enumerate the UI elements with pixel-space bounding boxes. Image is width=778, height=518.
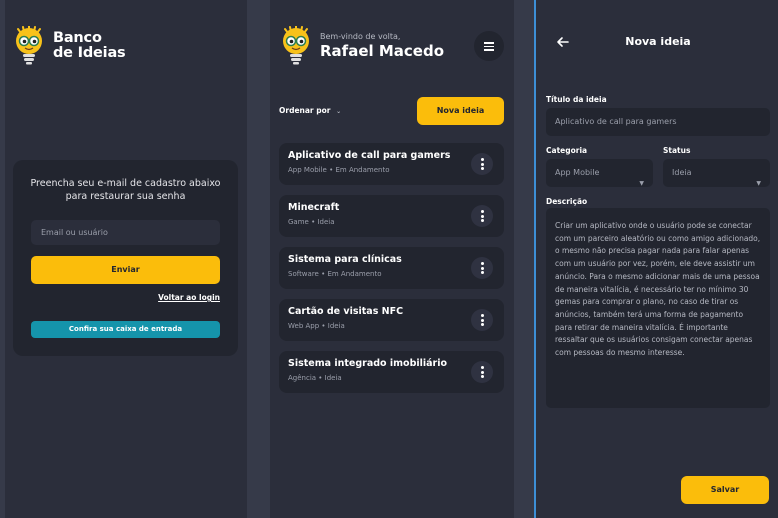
idea-category: Game — [288, 218, 309, 226]
menu-button[interactable] — [474, 31, 504, 61]
menu-icon-bar — [484, 49, 494, 51]
send-button[interactable]: Enviar — [31, 256, 220, 284]
email-input[interactable]: Email ou usuário — [31, 220, 220, 245]
more-options-icon[interactable] — [471, 361, 493, 383]
lightbulb-mascot-icon — [12, 25, 46, 70]
idea-category: Agência — [288, 374, 317, 382]
more-options-icon[interactable] — [471, 205, 493, 227]
brand-line-1: Banco — [53, 30, 102, 46]
user-name: Rafael Macedo — [320, 42, 445, 60]
idea-card[interactable]: Sistema para clínicas Software • Em Anda… — [279, 247, 504, 289]
chevron-down-icon: ▼ — [639, 180, 644, 187]
idea-meta: Web App • Ideia — [288, 322, 345, 330]
idea-card[interactable]: Cartão de visitas NFC Web App • Ideia — [279, 299, 504, 341]
new-idea-screen: Nova ideia Título da ideia Aplicativo de… — [534, 0, 778, 518]
idea-title: Sistema para clínicas — [288, 254, 402, 265]
meta-separator: • — [318, 374, 323, 382]
idea-meta: Agência • Ideia — [288, 374, 342, 382]
meta-separator: • — [321, 270, 326, 278]
category-value: App Mobile — [555, 168, 600, 177]
idea-category: App Mobile — [288, 166, 327, 174]
title-input[interactable]: Aplicativo de call para gamers — [546, 108, 770, 136]
recover-card: Preencha seu e-mail de cadastro abaixo p… — [13, 160, 238, 356]
check-inbox-button[interactable]: Confira sua caixa de entrada — [31, 321, 220, 338]
status-select[interactable]: Ideia ▼ — [663, 159, 770, 187]
sort-label: Ordenar por — [279, 106, 331, 115]
chevron-down-icon: ⌄ — [336, 108, 342, 115]
save-button[interactable]: Salvar — [681, 476, 769, 504]
recover-screen: Banco de Ideias Preencha seu e-mail de c… — [5, 0, 247, 518]
idea-title: Cartão de visitas NFC — [288, 306, 404, 317]
meta-separator: • — [311, 218, 316, 226]
idea-meta: Software • Em Andamento — [288, 270, 381, 278]
category-label: Categoria — [546, 146, 588, 155]
idea-category: Web App — [288, 322, 320, 330]
description-label: Descrição — [546, 197, 588, 206]
recover-message: Preencha seu e-mail de cadastro abaixo p… — [30, 178, 221, 202]
menu-icon — [484, 42, 494, 44]
idea-status: Em Andamento — [327, 270, 382, 278]
idea-meta: Game • Ideia — [288, 218, 335, 226]
status-label: Status — [663, 146, 691, 155]
menu-icon-bar — [484, 45, 494, 47]
meta-separator: • — [329, 166, 334, 174]
idea-title: Aplicativo de call para gamers — [288, 150, 451, 161]
page-title: Nova ideia — [625, 35, 691, 48]
idea-card[interactable]: Aplicativo de call para gamers App Mobil… — [279, 143, 504, 185]
brand-name: Banco de Ideias — [53, 30, 126, 61]
idea-meta: App Mobile • Em Andamento — [288, 166, 390, 174]
category-select[interactable]: App Mobile ▼ — [546, 159, 653, 187]
sort-dropdown[interactable]: Ordenar por ⌄ — [279, 106, 341, 115]
idea-category: Software — [288, 270, 319, 278]
chevron-down-icon: ▼ — [756, 180, 761, 187]
idea-title: Sistema integrado imobiliário — [288, 358, 448, 369]
idea-status: Ideia — [324, 374, 342, 382]
idea-card[interactable]: Minecraft Game • Ideia — [279, 195, 504, 237]
idea-status: Ideia — [317, 218, 335, 226]
status-value: Ideia — [672, 168, 692, 177]
idea-title: Minecraft — [288, 202, 340, 213]
more-options-icon[interactable] — [471, 153, 493, 175]
description-textarea[interactable]: Criar um aplicativo onde o usuário pode … — [546, 208, 770, 408]
more-options-icon[interactable] — [471, 309, 493, 331]
brand-line-2: de Ideias — [53, 45, 126, 61]
idea-status: Em Andamento — [335, 166, 390, 174]
meta-separator: • — [321, 322, 326, 330]
more-options-icon[interactable] — [471, 257, 493, 279]
title-label: Título da ideia — [546, 95, 607, 104]
idea-status: Ideia — [327, 322, 345, 330]
lightbulb-mascot-icon — [279, 25, 313, 70]
home-screen: Bem-vindo de volta, Rafael Macedo Ordena… — [270, 0, 514, 518]
new-idea-button[interactable]: Nova ideia — [417, 97, 504, 125]
back-to-login-link[interactable]: Voltar ao login — [158, 293, 220, 302]
idea-card[interactable]: Sistema integrado imobiliário Agência • … — [279, 351, 504, 393]
welcome-text: Bem-vindo de volta, — [320, 32, 401, 41]
